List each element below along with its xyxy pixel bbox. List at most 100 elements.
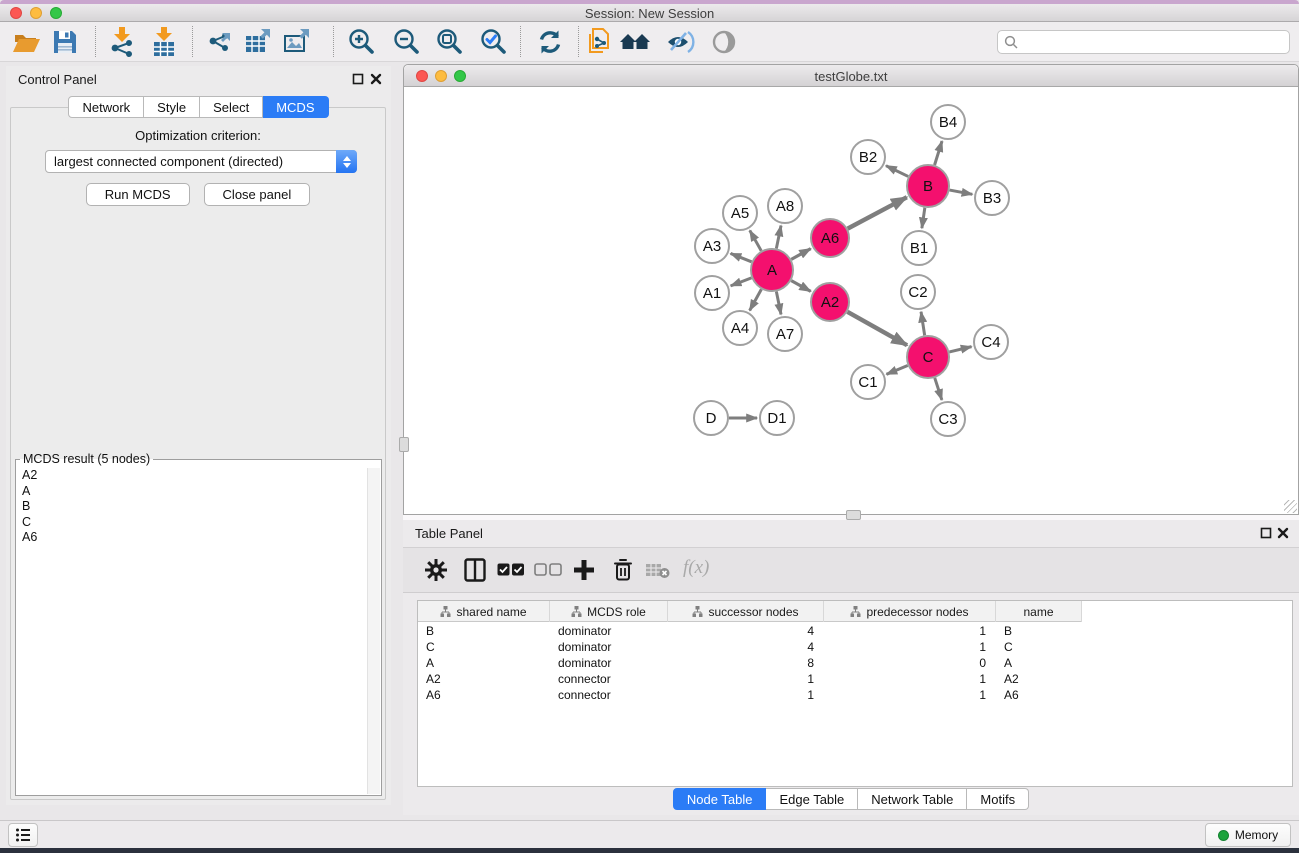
float-table-panel-icon[interactable] — [1260, 527, 1272, 539]
table-tab-motifs[interactable]: Motifs — [967, 788, 1029, 810]
table-row-a6[interactable]: A6connector11A6 — [418, 687, 1292, 703]
clone-network-button[interactable] — [583, 25, 617, 59]
add-column-button[interactable] — [570, 556, 598, 584]
control-panel-header: Control Panel — [6, 66, 391, 92]
import-table-button[interactable] — [147, 25, 181, 59]
cell-shared-name[interactable]: A2 — [418, 671, 550, 687]
criterion-dropdown[interactable]: largest connected component (directed) — [45, 150, 357, 173]
close-panel-button[interactable]: Close panel — [204, 183, 311, 206]
cell-predecessor-nodes[interactable]: 1 — [824, 687, 996, 703]
cell-shared-name[interactable]: A — [418, 655, 550, 671]
zoom-fit-button[interactable] — [433, 25, 467, 59]
graph-node-label-B1: B1 — [910, 240, 928, 257]
result-item-a6[interactable]: A6 — [17, 530, 367, 546]
cell-predecessor-nodes[interactable]: 1 — [824, 639, 996, 655]
select-all-columns-button[interactable] — [497, 556, 525, 584]
cell-successor-nodes[interactable]: 4 — [668, 623, 824, 639]
cell-shared-name[interactable]: B — [418, 623, 550, 639]
column-header-shared-name[interactable]: shared name — [418, 601, 550, 622]
close-table-panel-icon[interactable] — [1277, 527, 1289, 539]
cell-name[interactable]: A — [996, 655, 1082, 671]
float-panel-icon[interactable] — [352, 73, 364, 85]
cell-mcds-role[interactable]: dominator — [550, 655, 668, 671]
mcds-panel: Optimization criterion: largest connecte… — [10, 107, 386, 800]
cell-name[interactable]: A6 — [996, 687, 1082, 703]
zoom-in-button[interactable] — [345, 25, 379, 59]
cell-successor-nodes[interactable]: 1 — [668, 687, 824, 703]
show-column-panel-button[interactable] — [461, 556, 489, 584]
table-row-b[interactable]: Bdominator41B — [418, 623, 1292, 639]
table-tab-node-table[interactable]: Node Table — [673, 788, 767, 810]
column-header-predecessor-nodes[interactable]: predecessor nodes — [824, 601, 996, 622]
table-row-a2[interactable]: A2connector11A2 — [418, 671, 1292, 687]
import-network-button[interactable] — [105, 25, 139, 59]
search-input[interactable] — [1019, 35, 1289, 49]
refresh-layout-button[interactable] — [533, 25, 567, 59]
cell-shared-name[interactable]: A6 — [418, 687, 550, 703]
graph-edge-A6-B — [848, 197, 907, 228]
tab-network[interactable]: Network — [68, 96, 144, 118]
cell-name[interactable]: C — [996, 639, 1082, 655]
result-item-c[interactable]: C — [17, 515, 367, 531]
run-mcds-button[interactable]: Run MCDS — [86, 183, 190, 206]
graph-node-label-B2: B2 — [859, 149, 877, 166]
home-view-button[interactable] — [618, 25, 652, 59]
tab-select[interactable]: Select — [200, 96, 263, 118]
table-tab-network-table[interactable]: Network Table — [858, 788, 967, 810]
cell-successor-nodes[interactable]: 1 — [668, 671, 824, 687]
window-titlebar: Session: New Session — [0, 4, 1299, 22]
table-row-c[interactable]: Cdominator41C — [418, 639, 1292, 655]
export-network-button[interactable] — [203, 25, 237, 59]
graph-node-label-A7: A7 — [776, 326, 794, 343]
cell-mcds-role[interactable]: connector — [550, 687, 668, 703]
column-header-mcds-role[interactable]: MCDS role — [550, 601, 668, 622]
open-session-button[interactable] — [10, 25, 44, 59]
shared-column-icon — [440, 606, 451, 617]
cell-predecessor-nodes[interactable]: 1 — [824, 623, 996, 639]
task-history-button[interactable] — [8, 823, 38, 847]
horizontal-split-grip[interactable] — [846, 510, 861, 520]
result-scrollbar[interactable] — [367, 468, 380, 794]
column-header-name[interactable]: name — [996, 601, 1082, 622]
close-panel-icon[interactable] — [370, 73, 382, 85]
cell-name[interactable]: B — [996, 623, 1082, 639]
result-item-b[interactable]: B — [17, 499, 367, 515]
graph-edge-B-B3 — [950, 190, 973, 194]
show-all-button[interactable] — [707, 25, 741, 59]
result-item-a2[interactable]: A2 — [17, 468, 367, 484]
memory-button[interactable]: Memory — [1205, 823, 1291, 847]
table-tab-edge-table[interactable]: Edge Table — [766, 788, 858, 810]
save-session-button[interactable] — [48, 25, 82, 59]
graph-edge-B-B2 — [886, 166, 908, 177]
zoom-selected-button[interactable] — [477, 25, 511, 59]
table-toolbar: f(x) — [403, 547, 1299, 593]
tab-mcds[interactable]: MCDS — [263, 96, 328, 118]
graph-edge-C-C4 — [949, 347, 971, 352]
delete-table-button[interactable] — [644, 556, 672, 584]
graph-edge-C-C2 — [921, 312, 925, 335]
window-resize-grip[interactable] — [1284, 500, 1297, 513]
export-table-button[interactable] — [241, 25, 275, 59]
delete-columns-button[interactable] — [609, 556, 637, 584]
deselect-all-columns-button[interactable] — [534, 556, 562, 584]
cell-predecessor-nodes[interactable]: 1 — [824, 671, 996, 687]
zoom-out-button[interactable] — [390, 25, 424, 59]
cell-successor-nodes[interactable]: 4 — [668, 639, 824, 655]
table-row-a[interactable]: Adominator80A — [418, 655, 1292, 671]
cell-mcds-role[interactable]: dominator — [550, 639, 668, 655]
export-image-button[interactable] — [280, 25, 314, 59]
table-options-button[interactable] — [422, 556, 450, 584]
vertical-split-grip[interactable] — [399, 437, 409, 452]
cell-name[interactable]: A2 — [996, 671, 1082, 687]
tab-style[interactable]: Style — [144, 96, 200, 118]
network-canvas[interactable]: B4B2BB3A5A8A6A3B1AA1C2A2A4A7C4CC1C3DD1 — [404, 87, 1298, 514]
function-builder-button[interactable]: f(x) — [683, 557, 709, 579]
cell-predecessor-nodes[interactable]: 0 — [824, 655, 996, 671]
cell-shared-name[interactable]: C — [418, 639, 550, 655]
result-item-a[interactable]: A — [17, 484, 367, 500]
cell-mcds-role[interactable]: dominator — [550, 623, 668, 639]
hide-selected-button[interactable] — [663, 25, 697, 59]
column-header-successor-nodes[interactable]: successor nodes — [668, 601, 824, 622]
cell-successor-nodes[interactable]: 8 — [668, 655, 824, 671]
cell-mcds-role[interactable]: connector — [550, 671, 668, 687]
